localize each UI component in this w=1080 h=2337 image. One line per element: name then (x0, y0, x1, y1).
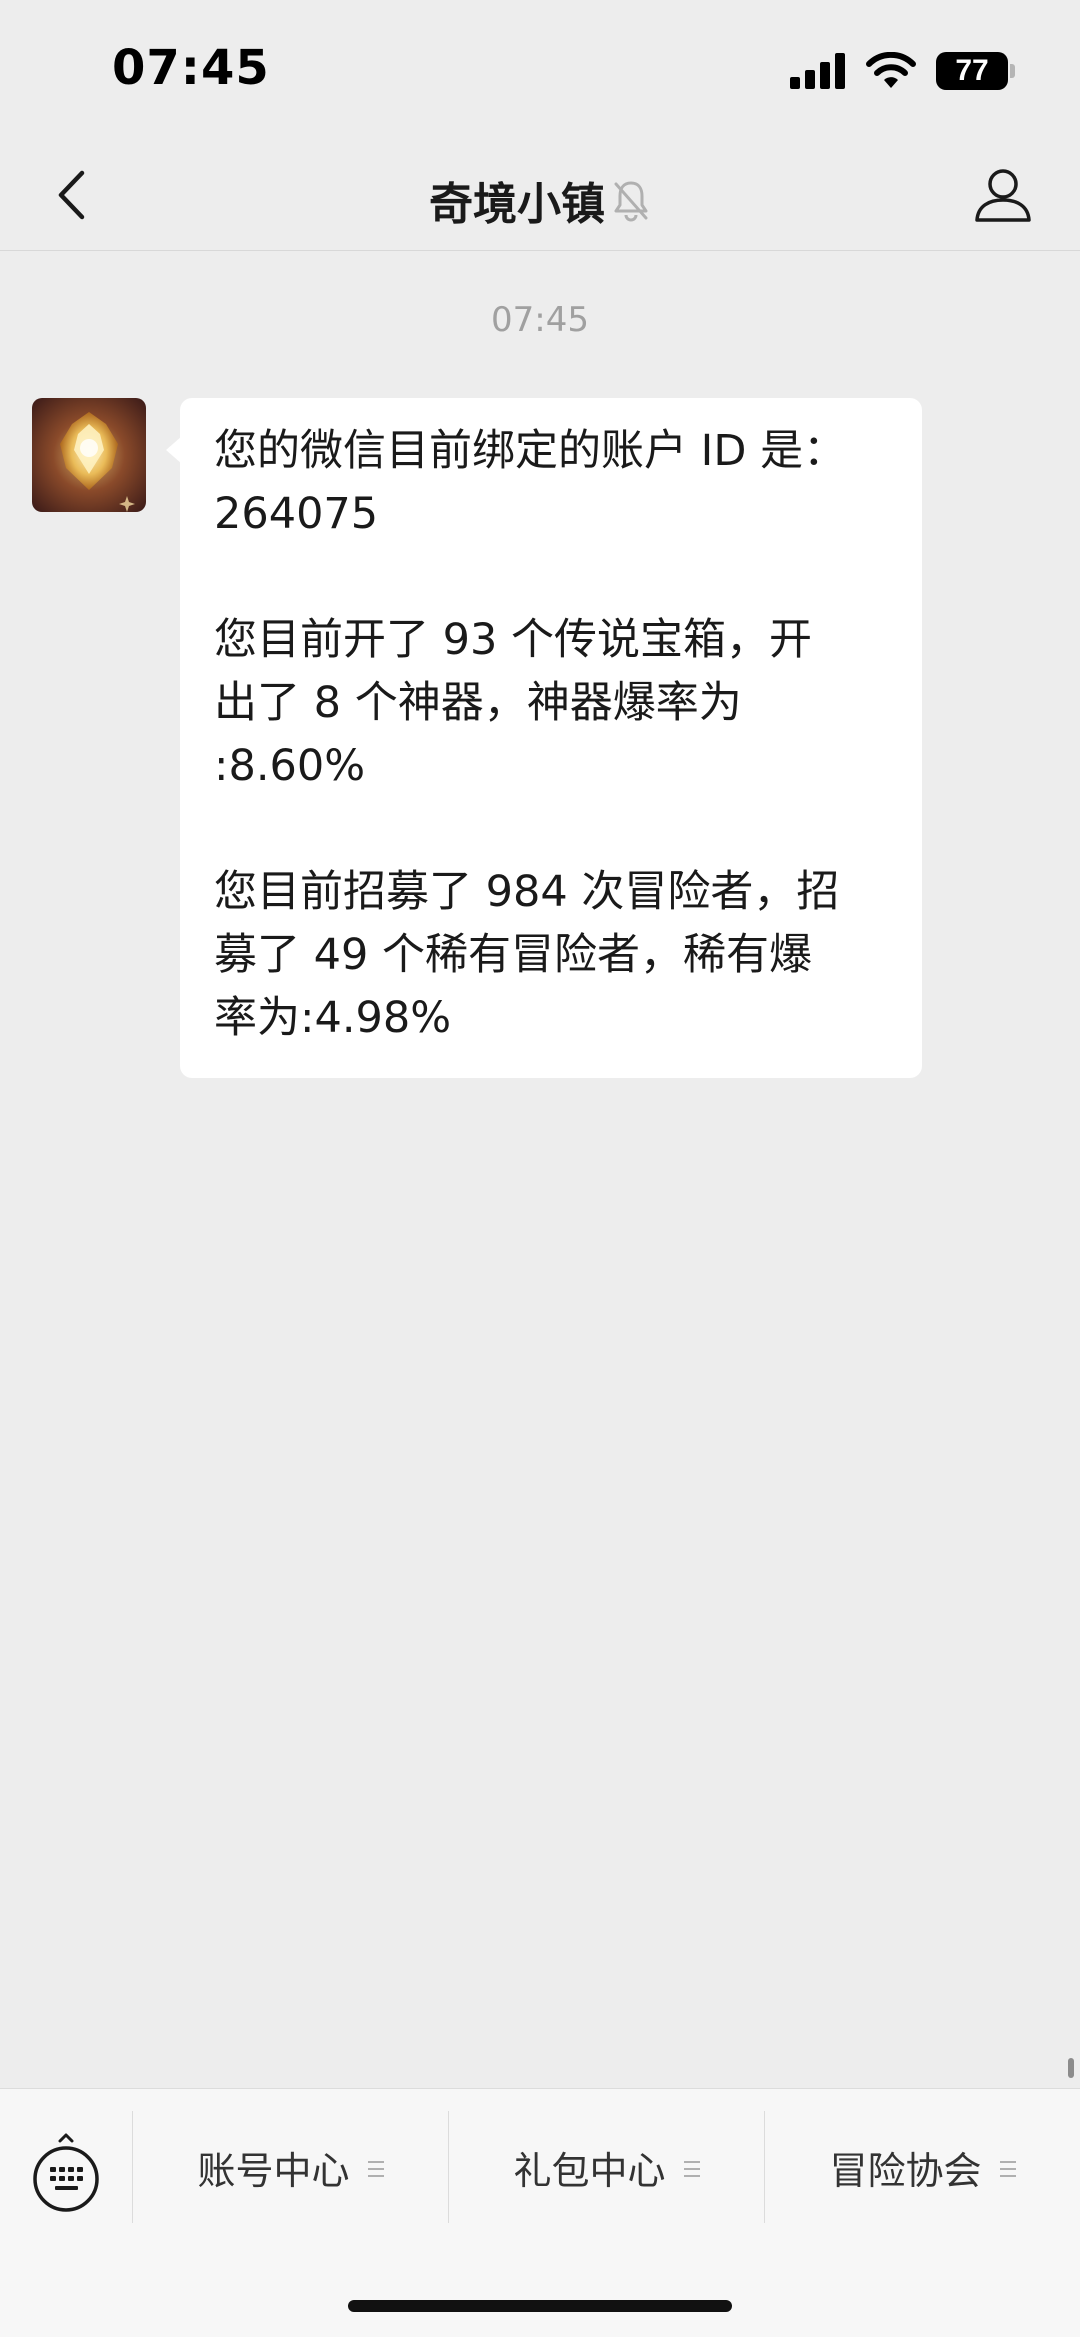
wifi-icon (866, 52, 916, 88)
menu-lines-icon (683, 2161, 700, 2177)
sender-avatar[interactable] (32, 398, 146, 512)
keyboard-toggle-button[interactable] (30, 2129, 102, 2215)
menu-item-account-center[interactable]: 账号中心 (132, 2111, 448, 2223)
message-paragraph: 您目前开了 93 个传说宝箱，开 出了 8 个神器，神器爆率为 :8.60% (214, 615, 813, 791)
status-icons: 77 (790, 52, 1015, 90)
person-icon (975, 169, 1031, 222)
chat-screen: 07:45 77 奇境小镇 07:45 您的微信目前绑定的账户 ID 是： 26… (0, 0, 1080, 2337)
custom-menu: 账号中心 礼包中心 冒险协会 (132, 2111, 1080, 2223)
scroll-indicator[interactable] (1068, 2058, 1074, 2078)
message-timestamp: 07:45 (491, 300, 589, 340)
status-time: 07:45 (112, 40, 270, 96)
menu-item-gift-center[interactable]: 礼包中心 (448, 2111, 764, 2223)
nav-title-wrap: 奇境小镇 (0, 168, 1080, 232)
nav-bar: 奇境小镇 (0, 140, 1080, 251)
home-indicator[interactable] (348, 2300, 732, 2312)
menu-item-label: 账号中心 (197, 2148, 350, 2193)
message-paragraph: 您目前招募了 984 次冒险者，招 募了 49 个稀有冒险者，稀有爆 率为:4.… (214, 867, 840, 1043)
chat-title: 奇境小镇 (429, 179, 605, 230)
battery-level: 77 (955, 54, 989, 87)
keyboard-icon (33, 2133, 99, 2212)
menu-item-label: 冒险协会 (829, 2148, 982, 2193)
message-row: 您的微信目前绑定的账户 ID 是： 264075 您目前开了 93 个传说宝箱，… (32, 398, 1048, 1078)
battery-icon: 77 (936, 52, 1015, 90)
golden-emblem-avatar (32, 398, 146, 512)
status-bar: 07:45 77 (0, 0, 1080, 140)
message-paragraph: 您的微信目前绑定的账户 ID 是： 264075 (214, 426, 847, 539)
menu-lines-icon (367, 2161, 384, 2177)
profile-button[interactable] (968, 160, 1038, 230)
cellular-signal-icon (790, 53, 845, 89)
message-bubble[interactable]: 您的微信目前绑定的账户 ID 是： 264075 您目前开了 93 个传说宝箱，… (166, 398, 922, 1078)
bell-slash-icon (614, 181, 648, 222)
menu-lines-icon (999, 2161, 1016, 2177)
menu-item-adventure-guild[interactable]: 冒险协会 (764, 2111, 1080, 2223)
menu-item-label: 礼包中心 (513, 2148, 666, 2193)
